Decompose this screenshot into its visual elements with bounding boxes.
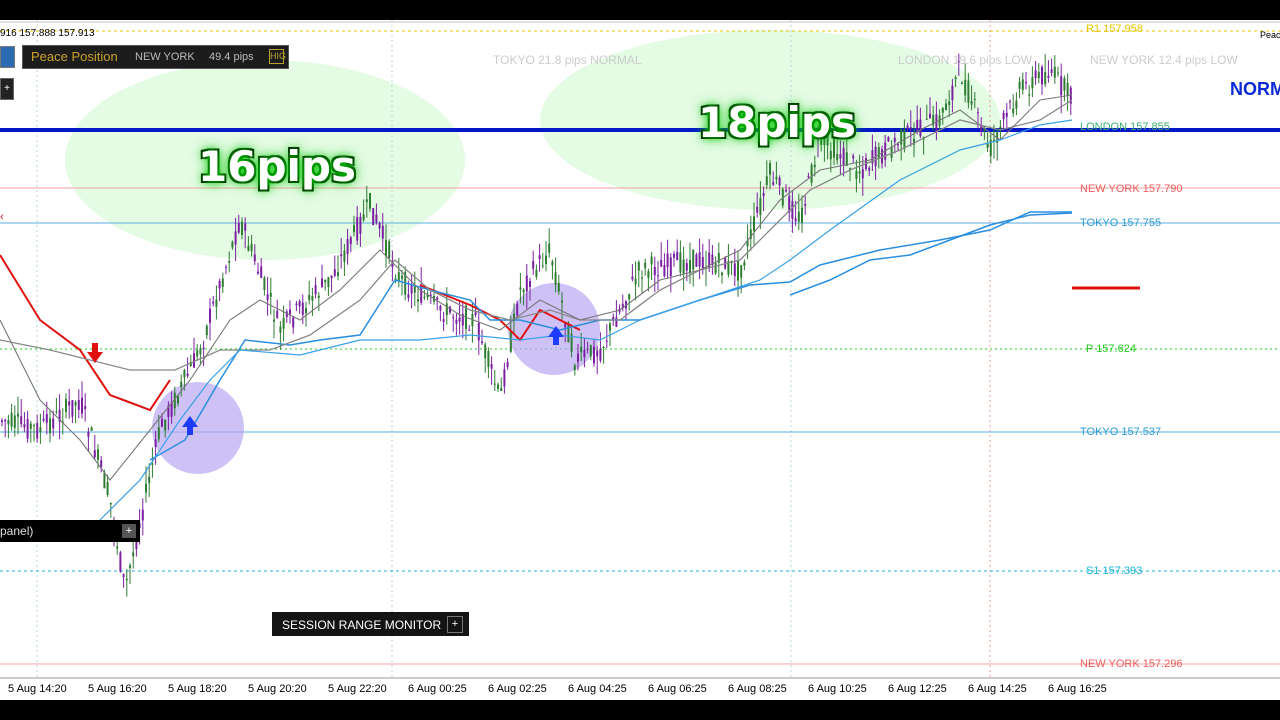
panel-tab-label: panel) xyxy=(0,524,34,538)
info-panel-pips: 49.4 pips xyxy=(209,51,254,63)
peac-label: Peac xyxy=(1260,30,1280,40)
time-axis-label: 6 Aug 12:25 xyxy=(888,683,947,695)
time-axis-label: 6 Aug 14:25 xyxy=(968,683,1027,695)
time-axis-label: 5 Aug 22:20 xyxy=(328,683,387,695)
time-axis-label: 6 Aug 08:25 xyxy=(728,683,787,695)
session-stat-london: LONDON 19.6 pips LOW xyxy=(898,53,1033,67)
ohlc-readout: 916 157.888 157.913 xyxy=(0,28,95,39)
level-label-r1: R1 157.958 xyxy=(1086,23,1143,35)
left-panel-button[interactable] xyxy=(0,46,15,68)
session-stat-tokyo: TOKYO 21.8 pips NORMAL xyxy=(493,53,642,67)
level-label-pivot: P 157.624 xyxy=(1086,343,1136,355)
time-axis-label: 6 Aug 10:25 xyxy=(808,683,867,695)
info-panel-tag[interactable]: HIG xyxy=(269,49,286,64)
time-axis-label: 5 Aug 18:20 xyxy=(168,683,227,695)
norm-label: NORM xyxy=(1230,79,1280,99)
time-axis-label: 5 Aug 20:20 xyxy=(248,683,307,695)
time-axis-label: 6 Aug 04:25 xyxy=(568,683,627,695)
level-label-newyork-high: NEW YORK 157.790 xyxy=(1080,183,1183,195)
left-expand-button[interactable]: + xyxy=(0,78,14,100)
info-panel[interactable]: Peace Position NEW YORK 49.4 pips HIG xyxy=(22,45,289,69)
info-panel-session: NEW YORK xyxy=(135,51,195,63)
session-range-monitor-label: SESSION RANGE MONITOR xyxy=(282,618,442,632)
chart-area[interactable]: ‹ 916 157.888 157.913 Peac Peace Positio… xyxy=(0,20,1280,700)
time-axis-label: 6 Aug 02:25 xyxy=(488,683,547,695)
level-label-s1: S1 157.393 xyxy=(1086,565,1143,577)
session-stat-newyork: NEW YORK 12.4 pips LOW xyxy=(1090,53,1238,67)
level-label-newyork-low: NEW YORK 157.296 xyxy=(1080,658,1183,670)
red-tick-icon: ‹ xyxy=(0,211,4,223)
panel-tab-plus-button[interactable]: + xyxy=(122,524,136,538)
supertrend-red-line-1 xyxy=(0,254,171,412)
blue-step-line xyxy=(789,212,1073,296)
callout-left: 16pips xyxy=(198,142,356,191)
callout-right: 18pips xyxy=(698,98,856,147)
panel-tab[interactable]: panel) + xyxy=(0,520,140,542)
session-range-monitor-plus-button[interactable]: + xyxy=(447,616,463,633)
level-label-london: LONDON 157.855 xyxy=(1080,121,1170,133)
time-axis-label: 6 Aug 16:25 xyxy=(1048,683,1107,695)
level-label-tokyo-high: TOKYO 157.755 xyxy=(1080,217,1162,229)
session-range-monitor-button[interactable]: SESSION RANGE MONITOR + xyxy=(272,612,469,636)
time-axis-label: 5 Aug 16:20 xyxy=(88,683,147,695)
time-axis-label: 6 Aug 06:25 xyxy=(648,683,707,695)
time-axis-label: 5 Aug 14:20 xyxy=(8,683,67,695)
time-axis-label: 6 Aug 00:25 xyxy=(408,683,467,695)
level-label-tokyo-low: TOKYO 157.537 xyxy=(1080,426,1162,438)
info-panel-title: Peace Position xyxy=(31,49,118,64)
